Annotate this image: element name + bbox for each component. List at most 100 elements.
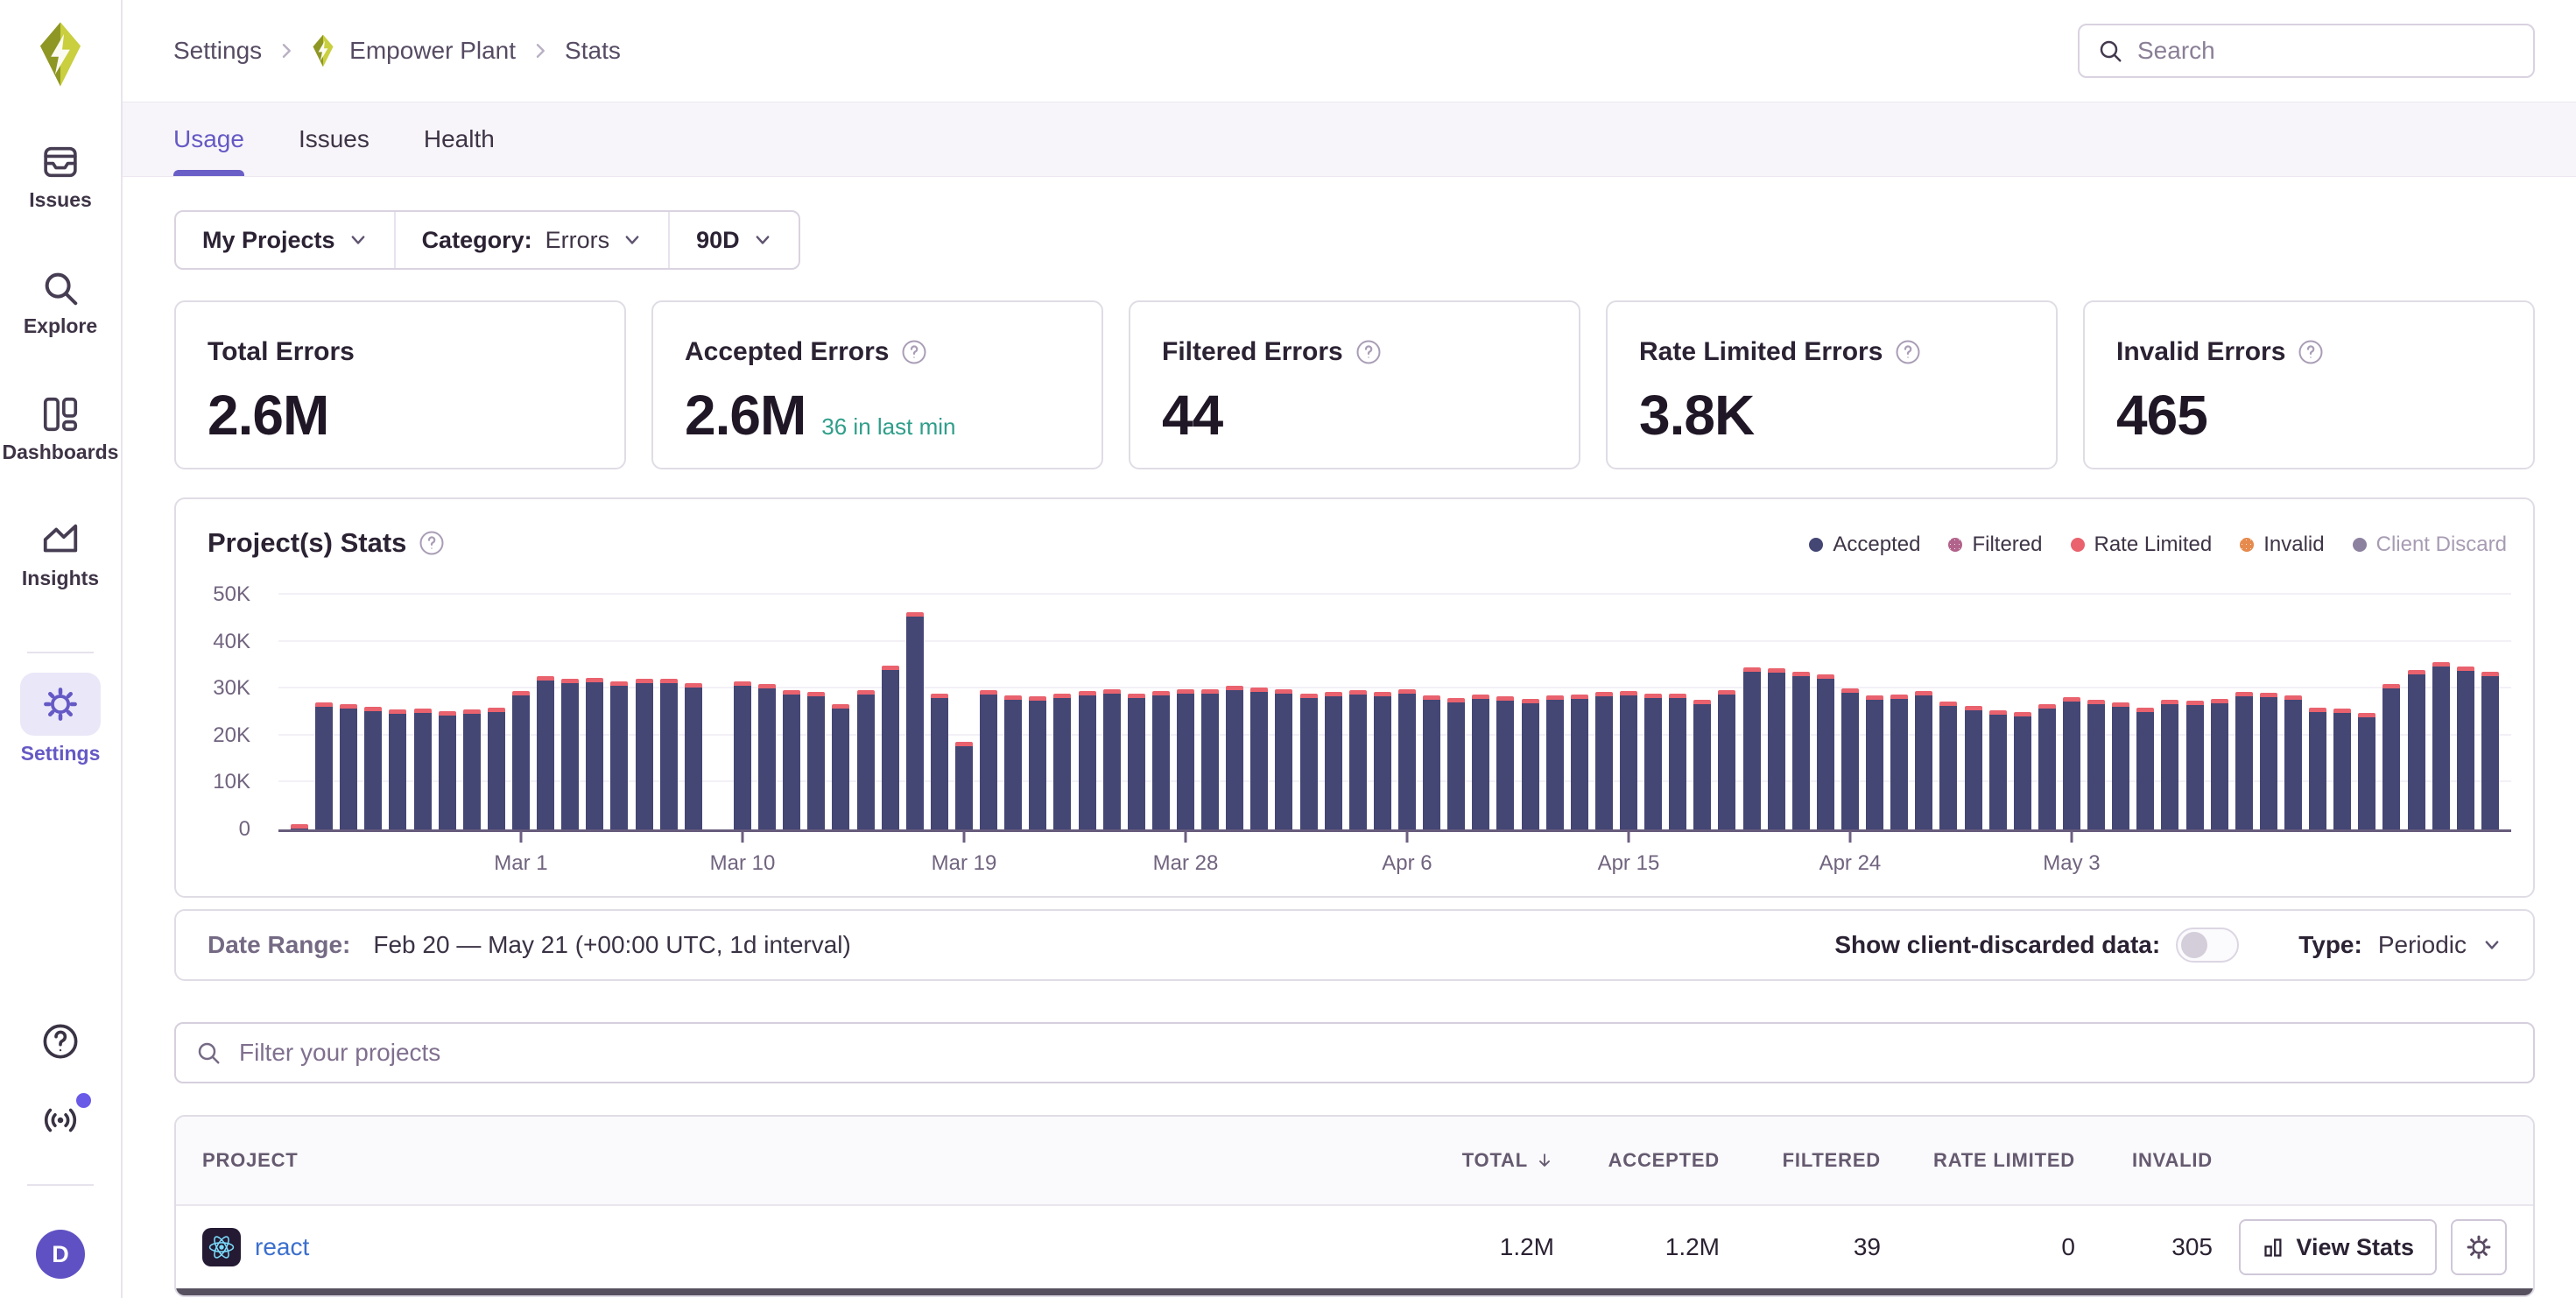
sidebar-item-settings[interactable]: Settings bbox=[0, 673, 121, 765]
sidebar-item-dashboards[interactable]: Dashboards bbox=[0, 394, 121, 464]
whats-new-button[interactable] bbox=[40, 1100, 81, 1140]
chart-bar[interactable] bbox=[1250, 688, 1268, 829]
chart-bar[interactable] bbox=[636, 679, 653, 829]
help-circle-icon[interactable] bbox=[1355, 339, 1382, 365]
chart-bar[interactable] bbox=[1669, 694, 1686, 829]
chart-bar[interactable] bbox=[1915, 691, 1932, 829]
column-header-project[interactable]: PROJECT bbox=[202, 1149, 1379, 1172]
chart-bar[interactable] bbox=[1743, 667, 1761, 829]
chart-bar[interactable] bbox=[1374, 692, 1391, 829]
chart-bar[interactable] bbox=[906, 612, 924, 829]
chart-bar[interactable] bbox=[2432, 662, 2450, 829]
column-header-filtered[interactable]: FILTERED bbox=[1720, 1149, 1881, 1172]
legend-item-invalid[interactable]: Invalid bbox=[2240, 533, 2324, 557]
chart-bar[interactable] bbox=[2161, 700, 2178, 829]
chart-bar[interactable] bbox=[1620, 691, 1637, 829]
chart-bar[interactable] bbox=[1398, 689, 1416, 829]
chart-bar[interactable] bbox=[2457, 667, 2474, 829]
chart-bar[interactable] bbox=[955, 742, 973, 829]
chart-bar[interactable] bbox=[364, 707, 382, 829]
chart-bar[interactable] bbox=[1965, 706, 1982, 829]
legend-item-accepted[interactable]: Accepted bbox=[1809, 533, 1920, 557]
chart-bar[interactable] bbox=[1152, 691, 1170, 829]
column-header-total[interactable]: TOTAL bbox=[1379, 1149, 1554, 1172]
breadcrumb-settings[interactable]: Settings bbox=[173, 37, 262, 65]
chart-bar[interactable] bbox=[1546, 695, 1564, 829]
chart-bar[interactable] bbox=[2333, 709, 2351, 829]
help-circle-icon[interactable] bbox=[1895, 339, 1921, 365]
global-search[interactable] bbox=[2078, 24, 2535, 78]
help-circle-icon[interactable] bbox=[2298, 339, 2324, 365]
sidebar-item-explore[interactable]: Explore bbox=[0, 268, 121, 338]
help-circle-icon[interactable] bbox=[419, 530, 445, 556]
chart-bar[interactable] bbox=[2235, 692, 2253, 829]
sidebar-item-insights[interactable]: Insights bbox=[0, 520, 121, 590]
sentry-logo-icon[interactable] bbox=[36, 21, 85, 88]
view-stats-button[interactable]: View Stats bbox=[2239, 1219, 2437, 1275]
project-link[interactable]: react bbox=[255, 1233, 309, 1261]
chart-bar[interactable] bbox=[1644, 694, 1662, 829]
chart-bar[interactable] bbox=[512, 691, 530, 829]
client-discard-toggle[interactable] bbox=[2176, 928, 2239, 963]
chart-bar[interactable] bbox=[1595, 692, 1613, 829]
breadcrumb-org[interactable]: Empower Plant bbox=[349, 37, 516, 65]
chart-bar[interactable] bbox=[561, 679, 579, 829]
category-selector[interactable]: Category: Errors bbox=[394, 212, 669, 268]
chart-bar[interactable] bbox=[1571, 695, 1588, 829]
chart-bar[interactable] bbox=[832, 704, 849, 829]
chart-bar[interactable] bbox=[1890, 695, 1908, 829]
chart-bar[interactable] bbox=[537, 676, 554, 829]
chart-bar[interactable] bbox=[414, 709, 432, 829]
type-value[interactable]: Periodic bbox=[2378, 931, 2467, 959]
chart-bar[interactable] bbox=[685, 683, 702, 829]
chart-bar[interactable] bbox=[1177, 689, 1194, 829]
chart-bar[interactable] bbox=[1817, 674, 1834, 829]
chart-bar[interactable] bbox=[315, 702, 333, 829]
chart-bar[interactable] bbox=[2038, 704, 2056, 829]
chart-bar[interactable] bbox=[807, 692, 825, 829]
chart-bar[interactable] bbox=[340, 704, 357, 829]
chart-bar[interactable] bbox=[1226, 686, 1243, 829]
chart-bar[interactable] bbox=[2186, 701, 2204, 829]
chart-bar[interactable] bbox=[1693, 700, 1711, 829]
legend-item-filtered[interactable]: Filtered bbox=[1948, 533, 2042, 557]
chart-bar[interactable] bbox=[1939, 702, 1957, 829]
project-selector[interactable]: My Projects bbox=[176, 212, 394, 268]
chart-bar[interactable] bbox=[1201, 689, 1219, 829]
chart-bar[interactable] bbox=[931, 694, 948, 829]
chart-bar[interactable] bbox=[1447, 698, 1465, 829]
chart-bar[interactable] bbox=[2358, 713, 2375, 829]
chart-bar[interactable] bbox=[1792, 672, 1810, 829]
column-header-rate_limited[interactable]: RATE LIMITED bbox=[1881, 1149, 2075, 1172]
chart-bar[interactable] bbox=[389, 709, 406, 829]
chart-bar[interactable] bbox=[1472, 695, 1489, 829]
chart-bar[interactable] bbox=[1128, 694, 1145, 829]
chart-bar[interactable] bbox=[783, 690, 800, 829]
avatar[interactable]: D bbox=[36, 1230, 85, 1279]
tab-health[interactable]: Health bbox=[424, 102, 495, 176]
period-selector[interactable]: 90D bbox=[668, 212, 799, 268]
chart-bar[interactable] bbox=[1522, 699, 1539, 829]
legend-item-rate-limited[interactable]: Rate Limited bbox=[2071, 533, 2213, 557]
legend-item-client-discard[interactable]: Client Discard bbox=[2353, 533, 2507, 557]
chart-bar[interactable] bbox=[2408, 670, 2425, 829]
chart-bar[interactable] bbox=[2309, 708, 2326, 829]
chart-bar[interactable] bbox=[1079, 691, 1096, 829]
chart-bar[interactable] bbox=[2014, 712, 2031, 829]
chart-bar[interactable] bbox=[2063, 697, 2080, 829]
chart-bar[interactable] bbox=[1300, 694, 1318, 829]
chart-bar[interactable] bbox=[586, 678, 603, 829]
chart-bar[interactable] bbox=[1841, 688, 1859, 829]
chart-bar[interactable] bbox=[2260, 693, 2277, 829]
chart-bar[interactable] bbox=[1496, 696, 1514, 829]
chart-bar[interactable] bbox=[1866, 695, 1883, 829]
chart-bar[interactable] bbox=[857, 690, 875, 829]
chart-bar[interactable] bbox=[1989, 710, 2007, 829]
chart-bar[interactable] bbox=[610, 681, 628, 829]
tab-usage[interactable]: Usage bbox=[173, 102, 244, 176]
chart-bar[interactable] bbox=[1053, 694, 1071, 829]
chart-bar[interactable] bbox=[1349, 690, 1367, 829]
chart-bar[interactable] bbox=[2382, 684, 2400, 829]
chart-bar[interactable] bbox=[1768, 668, 1785, 829]
chart-bar[interactable] bbox=[1325, 692, 1342, 829]
